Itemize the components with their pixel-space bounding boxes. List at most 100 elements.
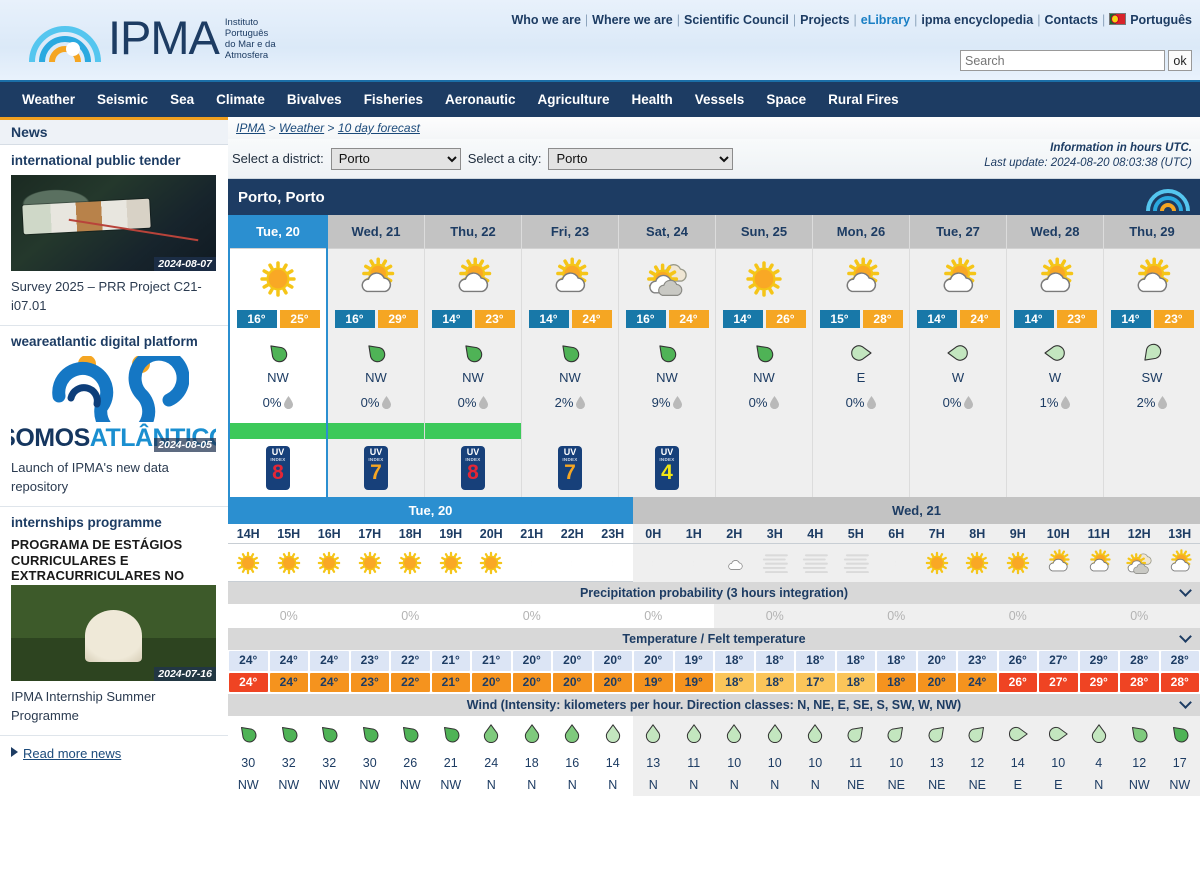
day-column[interactable]: Thu, 2214°23°NW0%UVINDEX8 — [425, 215, 522, 497]
hour-wind-speed: 10 — [755, 752, 796, 774]
day-min-temperature: 16° — [237, 310, 277, 328]
day-column[interactable]: Wed, 2116°29°NW0%UVINDEX7 — [328, 215, 425, 497]
nav-projects[interactable]: Projects — [800, 13, 849, 27]
day-column-header[interactable]: Thu, 22 — [425, 215, 521, 249]
hour-sky-icon-cell — [714, 544, 755, 582]
day-precipitation: 0% — [230, 395, 326, 423]
nav-item-rural-fires[interactable]: Rural Fires — [817, 92, 910, 107]
day-column-header[interactable]: Sun, 25 — [716, 215, 812, 249]
day-status-bar — [1007, 423, 1103, 439]
hour-felt-temperature-value: 20° — [472, 673, 511, 692]
breadcrumb-item-forecast[interactable]: 10 day forecast — [338, 121, 420, 135]
day-column-header[interactable]: Wed, 21 — [328, 215, 424, 249]
day-column[interactable]: Tue, 2016°25°NW0%UVINDEX8 — [228, 215, 328, 497]
sky-icon-sun-cloud — [1085, 549, 1113, 577]
day-column-header[interactable]: Fri, 23 — [522, 215, 618, 249]
logo-wordmark: IPMA — [108, 14, 219, 61]
breadcrumb-item-weather[interactable]: Weather — [279, 121, 324, 135]
nav-elibrary[interactable]: eLibrary — [861, 13, 910, 27]
hourly-day-segment[interactable]: Wed, 21 — [633, 497, 1200, 524]
day-max-temperature: 23° — [1154, 310, 1194, 328]
nav-item-health[interactable]: Health — [621, 92, 684, 107]
day-column-header[interactable]: Sat, 24 — [619, 215, 715, 249]
water-drop-icon — [284, 396, 293, 409]
hourly-day-segment[interactable]: Tue, 20 — [228, 497, 633, 524]
hour-wind-direction: NW — [1160, 774, 1200, 796]
wind-direction-icon-e — [849, 341, 873, 365]
hour-wind-icon-cell — [431, 716, 472, 752]
day-temperature-range: 16°24° — [619, 309, 715, 336]
nav-item-climate[interactable]: Climate — [205, 92, 276, 107]
temperature-section-header[interactable]: Temperature / Felt temperature — [228, 628, 1200, 650]
day-precipitation: 0% — [910, 395, 1006, 423]
day-wind-direction: NW — [328, 370, 424, 395]
news-item-title: internships programme — [11, 515, 217, 531]
day-precipitation: 2% — [522, 395, 618, 423]
day-column-header[interactable]: Mon, 26 — [813, 215, 909, 249]
day-column[interactable]: Wed, 2814°23°W1% — [1007, 215, 1104, 497]
chevron-down-icon[interactable] — [1179, 584, 1192, 597]
district-select[interactable]: Porto — [331, 148, 461, 170]
nav-item-aeronautic[interactable]: Aeronautic — [434, 92, 527, 107]
hour-wind-direction: N — [755, 774, 796, 796]
nav-who-we-are[interactable]: Who we are — [511, 13, 580, 27]
chevron-down-icon[interactable] — [1179, 630, 1192, 643]
nav-item-vessels[interactable]: Vessels — [684, 92, 756, 107]
sky-icon-sun — [963, 549, 991, 577]
day-column[interactable]: Sat, 2416°24°NW9%UVINDEX4 — [619, 215, 716, 497]
nav-item-bivalves[interactable]: Bivalves — [276, 92, 353, 107]
day-column-header[interactable]: Thu, 29 — [1104, 215, 1200, 249]
day-column-header[interactable]: Tue, 20 — [230, 215, 326, 249]
day-column[interactable]: Fri, 2314°24°NW2%UVINDEX7 — [522, 215, 619, 497]
hour-temperature-value: 20° — [634, 651, 673, 671]
hour-wind-speed: 10 — [1038, 752, 1079, 774]
read-more-news-label[interactable]: Read more news — [23, 746, 121, 761]
day-max-temperature: 23° — [475, 310, 515, 328]
search-input[interactable] — [960, 50, 1165, 71]
nav-ipma-encyclopedia[interactable]: ipma encyclopedia — [921, 13, 1033, 27]
hour-temperature-value: 18° — [796, 651, 835, 671]
day-max-temperature: 29° — [378, 310, 418, 328]
city-select[interactable]: Porto — [548, 148, 733, 170]
news-item-caption: Survey 2025 – PRR Project C21-i07.01 — [11, 277, 217, 315]
chevron-down-icon[interactable] — [1179, 696, 1192, 709]
nav-item-fisheries[interactable]: Fisheries — [353, 92, 434, 107]
nav-item-weather[interactable]: Weather — [14, 92, 86, 107]
news-item[interactable]: international public tender 2024-08-07 S… — [0, 145, 228, 326]
hour-felt-temperature-value: 18° — [837, 673, 876, 692]
triangle-right-icon — [11, 747, 18, 757]
nav-item-sea[interactable]: Sea — [159, 92, 205, 107]
language-switch-link[interactable]: Português — [1130, 13, 1192, 27]
breadcrumb-item-ipma[interactable]: IPMA — [236, 121, 265, 135]
nav-item-agriculture[interactable]: Agriculture — [526, 92, 620, 107]
sky-icon-moon — [639, 549, 667, 577]
nav-contacts[interactable]: Contacts — [1044, 13, 1097, 27]
nav-item-space[interactable]: Space — [755, 92, 817, 107]
wind-section-header[interactable]: Wind (Intensity: kilometers per hour. Di… — [228, 694, 1200, 716]
day-column[interactable]: Thu, 2914°23°SW2% — [1104, 215, 1200, 497]
hour-temperature-value: 18° — [877, 651, 916, 671]
day-column-header[interactable]: Wed, 28 — [1007, 215, 1103, 249]
read-more-news-link[interactable]: Read more news — [0, 736, 228, 771]
nav-scientific-council[interactable]: Scientific Council — [684, 13, 789, 27]
nav-sep: | — [673, 13, 684, 27]
nav-item-seismic[interactable]: Seismic — [86, 92, 159, 107]
day-precipitation-value: 0% — [361, 395, 380, 410]
news-item[interactable]: internships programme PROGRAMA DE ESTÁGI… — [0, 507, 228, 736]
day-column-header[interactable]: Tue, 27 — [910, 215, 1006, 249]
hour-felt-temperature-value: 20° — [513, 673, 552, 692]
nav-where-we-are[interactable]: Where we are — [592, 13, 673, 27]
day-column[interactable]: Tue, 2714°24°W0% — [910, 215, 1007, 497]
search-submit-button[interactable]: ok — [1168, 50, 1192, 71]
hour-temperature-value: 19° — [675, 651, 714, 671]
precipitation-section-header[interactable]: Precipitation probability (3 hours integ… — [228, 582, 1200, 604]
utc-info-line1: Information in hours UTC. — [1050, 142, 1192, 154]
site-logo[interactable]: IPMA Instituto Português do Mar e da Atm… — [28, 8, 276, 66]
hour-sky-icon-cell — [309, 544, 350, 582]
uv-index-badge: UVINDEX7 — [364, 446, 388, 490]
day-precipitation: 0% — [813, 395, 909, 423]
day-column[interactable]: Sun, 2514°26°NW0% — [716, 215, 813, 497]
news-item[interactable]: weareatlantic digital platform SOMOSATLÂ… — [0, 326, 228, 507]
day-column[interactable]: Mon, 2615°28°E0% — [813, 215, 910, 497]
wind-direction-icon-ne — [926, 723, 948, 745]
